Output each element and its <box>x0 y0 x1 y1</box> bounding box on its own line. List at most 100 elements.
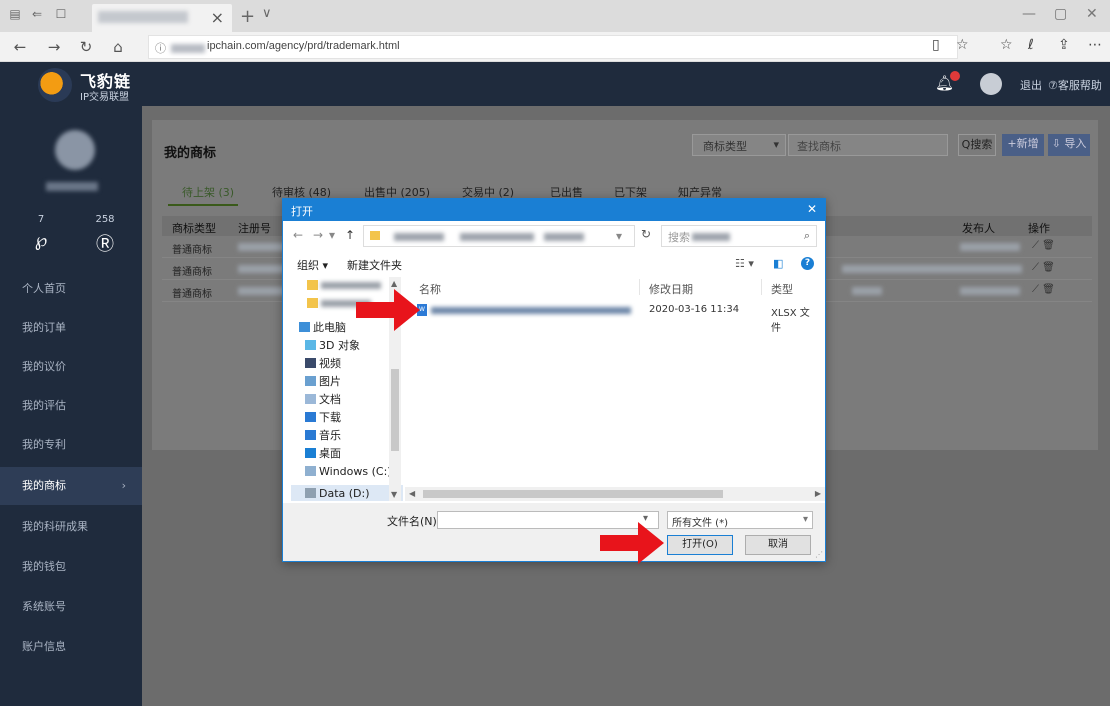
help-icon[interactable]: ? <box>801 257 814 270</box>
tab-list-icon[interactable]: ∨ <box>262 6 272 21</box>
column-header-modified[interactable]: 修改日期 <box>649 281 693 297</box>
tab-title-blurred <box>98 11 188 23</box>
tab-actions-icon[interactable]: ▤ <box>8 7 22 21</box>
scrollbar-thumb[interactable] <box>423 490 723 498</box>
tree-item-this-pc[interactable]: 此电脑 <box>299 319 346 337</box>
tree-item-music[interactable]: 音乐 <box>305 427 341 445</box>
tree-item-pictures[interactable]: 图片 <box>305 373 341 391</box>
filetype-select[interactable]: 所有文件 (*) ▾ <box>667 511 813 529</box>
favorite-star-icon[interactable]: ☆ <box>956 37 969 53</box>
back-icon[interactable]: ← <box>293 228 303 242</box>
file-list: 名称 修改日期 类型 W 2020-03-16 11:34 XLSX 文件 <box>405 275 825 501</box>
url-field[interactable]: ⓘ ipchain.com/agency/prd/trademark.html <box>148 35 958 59</box>
share-icon[interactable]: ⇪ <box>1058 37 1070 53</box>
sidebar-item-negotiation[interactable]: 我的议价 <box>0 348 142 386</box>
back-tabs-icon[interactable]: ⇐ <box>30 7 44 21</box>
new-tab-icon[interactable]: + <box>240 6 255 27</box>
sidebar-item-evaluation[interactable]: 我的评估 <box>0 387 142 425</box>
file-list-horizontal-scrollbar[interactable]: ◀ ▶ <box>405 487 825 501</box>
pc-icon <box>299 322 310 332</box>
maximize-icon[interactable]: ▢ <box>1054 6 1067 22</box>
recent-dropdown-icon[interactable]: ▾ <box>329 228 335 242</box>
sidebar-item-system-account[interactable]: 系统账号 <box>0 588 142 626</box>
import-button[interactable]: ⇩ 导入 <box>1048 134 1090 156</box>
forward-icon[interactable]: → <box>313 228 323 242</box>
tree-item-drive-d[interactable]: Data (D:) <box>305 485 370 501</box>
resize-grip-icon[interactable]: ⋰ <box>815 550 823 559</box>
ip-icon[interactable]: ℘ <box>26 230 56 251</box>
tree-item-videos[interactable]: 视频 <box>305 355 341 373</box>
column-header-name[interactable]: 名称 <box>419 281 441 297</box>
tree-item-documents[interactable]: 文档 <box>305 391 341 409</box>
sidebar-stat-2: 258 <box>95 214 115 225</box>
add-button[interactable]: +新增 <box>1002 134 1044 156</box>
forward-icon[interactable]: → <box>44 37 64 57</box>
file-open-dialog: 打开 ✕ ← → ▾ ↑ ▾ ↻ 搜索 ⌕ 组织 ▾ 新建文件夹 ☷ ▾ ◧ ?… <box>282 198 826 562</box>
tab-close-icon[interactable]: × <box>211 8 224 27</box>
dialog-toolbar: 组织 ▾ 新建文件夹 ☷ ▾ ◧ ? <box>283 253 825 275</box>
registered-icon[interactable]: Ⓡ <box>90 230 120 256</box>
row-actions[interactable]: ⟋ 🗑 <box>1032 240 1055 251</box>
home-icon[interactable]: ⌂ <box>108 37 128 57</box>
document-icon <box>305 394 316 404</box>
trademark-type-select[interactable]: 商标类型 ▾ <box>692 134 786 156</box>
dialog-close-icon[interactable]: ✕ <box>807 202 817 216</box>
search-button[interactable]: Q搜索 <box>958 134 996 156</box>
tree-item-drive-c[interactable]: Windows (C:) <box>305 463 392 481</box>
preview-pane-icon[interactable]: ◧ <box>773 257 783 270</box>
tree-item-3d-objects[interactable]: 3D 对象 <box>305 337 360 355</box>
tab-pending-listing[interactable]: 待上架 (3) <box>182 184 234 200</box>
close-window-icon[interactable]: ✕ <box>1086 6 1098 22</box>
scrollbar-thumb[interactable] <box>391 369 399 451</box>
tab-preview-icon[interactable]: ☐ <box>54 7 68 21</box>
sidebar-item-account-info[interactable]: 账户信息 <box>0 628 142 666</box>
row-actions[interactable]: ⟋ 🗑 <box>1032 262 1055 273</box>
sidebar-item-research[interactable]: 我的科研成果 <box>0 508 142 546</box>
refresh-icon[interactable]: ↻ <box>76 37 96 57</box>
path-breadcrumb[interactable]: ▾ <box>363 225 635 247</box>
column-header: 商标类型 <box>172 222 216 235</box>
sidebar-item-orders[interactable]: 我的订单 <box>0 309 142 347</box>
search-input[interactable]: 查找商标 <box>788 134 948 156</box>
column-header-type[interactable]: 类型 <box>771 281 793 297</box>
sidebar-item-wallet[interactable]: 我的钱包 <box>0 548 142 586</box>
view-options-icon[interactable]: ☷ ▾ <box>735 257 754 270</box>
tree-item-desktop[interactable]: 桌面 <box>305 445 341 463</box>
up-icon[interactable]: ↑ <box>345 228 355 242</box>
minimize-icon[interactable]: — <box>1022 6 1036 22</box>
logout-link[interactable]: 退出 <box>1020 77 1042 93</box>
dialog-search-input[interactable]: 搜索 ⌕ <box>661 225 817 247</box>
reading-view-icon[interactable]: ▯ <box>932 37 940 53</box>
page-title: 我的商标 <box>164 146 217 161</box>
browser-tab[interactable]: × <box>92 4 232 32</box>
tree-item-downloads[interactable]: 下载 <box>305 409 341 427</box>
open-button[interactable]: 打开(O) <box>667 535 733 555</box>
help-link[interactable]: ⑦客服帮助 <box>1048 77 1102 93</box>
sidebar-item-patents[interactable]: 我的专利 <box>0 426 142 464</box>
scroll-right-icon[interactable]: ▶ <box>815 489 821 498</box>
scroll-up-icon[interactable]: ▲ <box>391 279 397 288</box>
new-folder-button[interactable]: 新建文件夹 <box>347 257 402 273</box>
organize-button[interactable]: 组织 ▾ <box>297 257 328 273</box>
scroll-down-icon[interactable]: ▼ <box>391 490 397 499</box>
avatar[interactable] <box>980 73 1002 95</box>
pen-icon[interactable]: ℓ <box>1028 37 1034 53</box>
user-name-blurred <box>46 182 98 191</box>
more-icon[interactable]: ⋯ <box>1088 37 1102 53</box>
chevron-right-icon: › <box>121 479 126 492</box>
row-actions[interactable]: ⟋ 🗑 <box>1032 284 1055 295</box>
refresh-icon[interactable]: ↻ <box>641 227 651 241</box>
chevron-down-icon: ▾ <box>773 138 779 151</box>
back-icon[interactable]: ← <box>10 37 30 57</box>
favorites-icon[interactable]: ☆ <box>1000 37 1013 53</box>
sidebar-item-trademarks[interactable]: 我的商标 › <box>0 467 142 505</box>
sidebar-item-home[interactable]: 个人首页 <box>0 270 142 308</box>
download-icon <box>305 412 316 422</box>
file-row[interactable]: W 2020-03-16 11:34 XLSX 文件 <box>417 301 817 334</box>
url-text: ipchain.com/agency/prd/trademark.html <box>207 40 400 52</box>
scroll-left-icon[interactable]: ◀ <box>409 489 415 498</box>
cancel-button[interactable]: 取消 <box>745 535 811 555</box>
filename-label: 文件名(N): <box>387 515 441 528</box>
chevron-down-icon[interactable]: ▾ <box>616 229 622 243</box>
info-icon[interactable]: ⓘ <box>155 40 166 56</box>
